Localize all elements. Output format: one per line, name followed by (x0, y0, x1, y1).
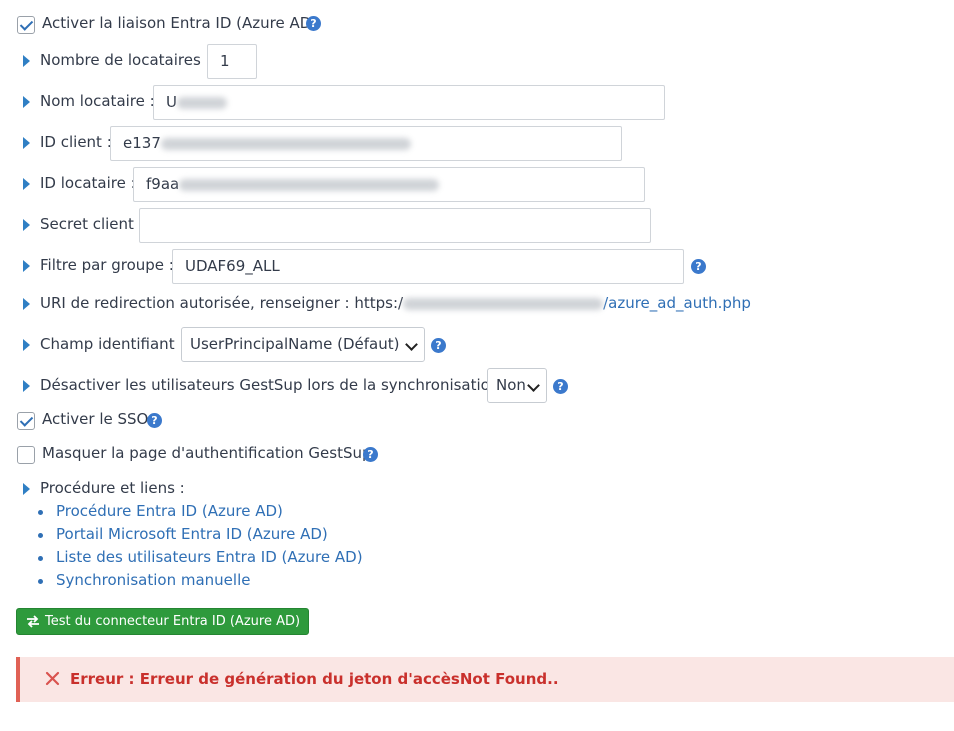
bullet (38, 579, 43, 584)
redacted-value (403, 297, 604, 310)
caret-right-icon (23, 96, 30, 108)
group-filter-label: Filtre par groupe : (40, 256, 174, 274)
test-connector-button[interactable]: Test du connecteur Entra ID (Azure AD) (16, 608, 310, 635)
bullet (38, 510, 43, 515)
help-icon[interactable]: ? (306, 16, 321, 31)
enable-sso-checkbox[interactable] (17, 412, 35, 430)
identifier-field-label: Champ identifiant : (40, 335, 185, 353)
hide-auth-page-label: Masquer la page d'authentification GestS… (42, 444, 372, 462)
caret-right-icon (23, 55, 30, 67)
tenant-count-label: Nombre de locataires : (40, 51, 211, 69)
portal-link[interactable]: Portail Microsoft Entra ID (Azure AD) (56, 525, 328, 543)
redirect-uri-label: URI de redirection autorisée, renseigner… (40, 294, 404, 312)
enable-sso-label: Activer le SSO (42, 410, 149, 428)
help-icon[interactable]: ? (147, 413, 162, 428)
disable-users-select[interactable]: Non (487, 368, 547, 403)
chevron-down-icon (527, 379, 540, 392)
tenant-id-label: ID locataire : (40, 174, 136, 192)
help-icon[interactable]: ? (363, 447, 378, 462)
group-filter-input[interactable]: UDAF69_ALL (172, 249, 684, 284)
client-secret-label: Secret client : (40, 215, 144, 233)
caret-right-icon (23, 137, 30, 149)
client-id-value: e137 (123, 134, 161, 152)
tenant-count-input[interactable]: 1 (207, 44, 257, 79)
disable-users-value: Non (496, 376, 526, 394)
caret-right-icon (23, 380, 30, 392)
redirect-uri-suffix: /azure_ad_auth.php (603, 294, 751, 312)
hide-auth-page-checkbox[interactable] (17, 446, 35, 464)
tenant-name-input[interactable]: U (153, 85, 665, 120)
caret-right-icon (23, 178, 30, 190)
tenant-id-value: f9aa (146, 175, 180, 193)
exchange-icon (27, 615, 39, 628)
help-icon[interactable]: ? (553, 379, 568, 394)
test-connector-label: Test du connecteur Entra ID (Azure AD) (45, 614, 301, 629)
help-icon[interactable]: ? (691, 259, 706, 274)
bullet (38, 556, 43, 561)
close-icon (45, 671, 60, 686)
users-list-link[interactable]: Liste des utilisateurs Entra ID (Azure A… (56, 548, 363, 566)
client-id-input[interactable]: e137 (110, 126, 622, 161)
caret-right-icon (23, 339, 30, 351)
tenant-id-input[interactable]: f9aa (133, 167, 645, 202)
procedures-label: Procédure et liens : (40, 479, 185, 497)
bullet (38, 533, 43, 538)
help-icon[interactable]: ? (431, 338, 446, 353)
procedure-link[interactable]: Procédure Entra ID (Azure AD) (56, 502, 283, 520)
manual-sync-link[interactable]: Synchronisation manuelle (56, 571, 250, 589)
redacted-value (179, 178, 440, 191)
caret-right-icon (23, 483, 30, 495)
caret-right-icon (23, 260, 30, 272)
enable-link-label: Activer la liaison Entra ID (Azure AD) (42, 14, 318, 32)
tenant-name-label: Nom locataire : (40, 92, 155, 110)
error-message: Erreur : Erreur de génération du jeton d… (70, 670, 559, 688)
client-secret-input[interactable] (139, 208, 651, 243)
disable-users-label: Désactiver les utilisateurs GestSup lors… (40, 376, 510, 394)
redacted-value (176, 96, 227, 109)
redacted-value (160, 137, 411, 150)
caret-right-icon (23, 219, 30, 231)
caret-right-icon (23, 298, 30, 310)
identifier-field-select[interactable]: UserPrincipalName (Défaut) (181, 327, 425, 362)
chevron-down-icon (405, 338, 418, 351)
redirect-uri-row: URI de redirection autorisée, renseigner… (40, 294, 751, 312)
error-alert: Erreur : Erreur de génération du jeton d… (16, 657, 954, 702)
tenant-name-value: U (166, 93, 177, 111)
identifier-field-value: UserPrincipalName (Défaut) (190, 335, 400, 353)
enable-link-checkbox[interactable] (17, 16, 35, 34)
client-id-label: ID client : (40, 133, 112, 151)
